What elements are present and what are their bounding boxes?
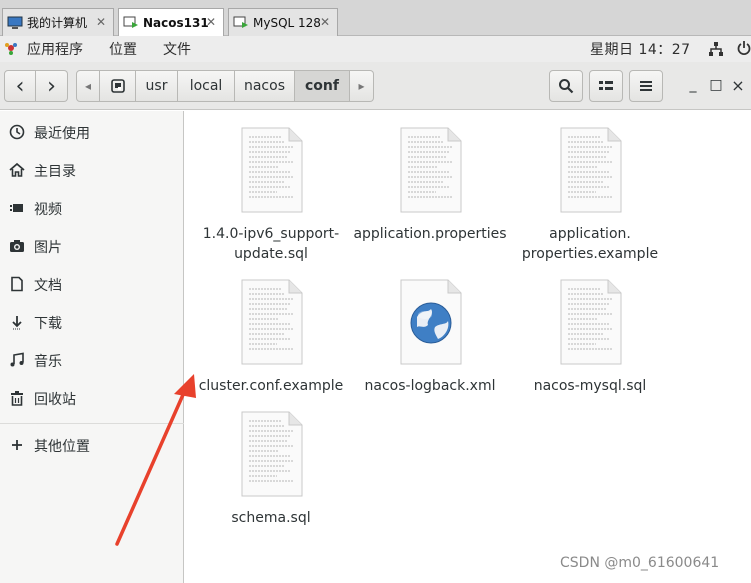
file-name: schema.sql	[231, 510, 311, 526]
close-icon[interactable]: ✕	[320, 15, 330, 29]
sidebar-item-label: 音乐	[34, 354, 62, 370]
sidebar-item-recent[interactable]: 最近使用	[0, 115, 184, 149]
maximize-button[interactable]: □	[705, 74, 727, 96]
sidebar-item-label: 文档	[34, 278, 62, 294]
breadcrumb-root[interactable]	[100, 70, 136, 102]
close-icon[interactable]: ✕	[206, 15, 216, 29]
sidebar-item-label: 图片	[34, 240, 62, 256]
breadcrumb-nacos[interactable]: nacos	[235, 70, 295, 102]
clock-icon	[9, 124, 25, 140]
files-menu[interactable]: 文件	[163, 39, 191, 59]
file-name: 1.4.0-ipv6_support-update.sql	[202, 226, 340, 262]
sidebar-item-label: 下载	[34, 316, 62, 332]
home-icon	[9, 162, 25, 177]
vm-running-icon	[123, 16, 138, 28]
document-icon	[11, 276, 23, 292]
drive-icon	[110, 79, 125, 93]
camera-icon	[10, 240, 24, 252]
search-icon	[559, 79, 574, 94]
close-window-button[interactable]: ×	[727, 74, 749, 96]
clock[interactable]: 星期日 14：27	[590, 39, 691, 59]
video-icon	[10, 204, 23, 212]
breadcrumb-local[interactable]: local	[178, 70, 235, 102]
sidebar-item-pictures[interactable]: 图片	[0, 229, 184, 263]
text-file-icon	[241, 411, 303, 497]
sidebar-item-label: 其他位置	[34, 439, 90, 455]
list-view-icon	[599, 81, 613, 90]
back-button[interactable]: ‹	[4, 70, 36, 102]
vm-tab-label: 我的计算机	[27, 16, 88, 30]
vm-tab-mysql128[interactable]: MySQL 128 ✕	[228, 8, 338, 36]
xml-globe-file-icon	[400, 279, 462, 365]
hamburger-menu-icon	[640, 81, 652, 91]
gnome-top-bar: 应用程序 位置 文件 星期日 14：27	[0, 36, 751, 62]
forward-icon: ›	[47, 73, 56, 99]
plus-icon	[12, 440, 22, 450]
vm-tab-nacos131[interactable]: Nacos131 ✕	[118, 8, 224, 37]
power-icon[interactable]	[737, 40, 751, 56]
vm-running-icon	[233, 16, 248, 28]
breadcrumb-usr[interactable]: usr	[136, 70, 178, 102]
breadcrumb-scroll-left[interactable]: ◂	[76, 70, 100, 102]
sidebar-item-home[interactable]: 主目录	[0, 153, 184, 187]
computer-icon	[7, 16, 23, 29]
file-manager-headerbar: ‹ › ◂ usr local nacos conf ▸ _ □ ×	[0, 62, 751, 110]
menu-button[interactable]	[629, 70, 663, 102]
search-button[interactable]	[549, 70, 583, 102]
applications-menu[interactable]: 应用程序	[27, 39, 83, 59]
trash-icon	[11, 391, 23, 406]
network-icon[interactable]	[708, 41, 724, 57]
sidebar-item-label: 回收站	[34, 392, 76, 408]
text-file-icon	[560, 127, 622, 213]
vm-tab-my-computer[interactable]: 我的计算机 ✕	[2, 8, 114, 36]
vm-tab-label: MySQL 128	[253, 15, 321, 30]
breadcrumb-scroll-right[interactable]: ▸	[350, 70, 374, 102]
sidebar-item-downloads[interactable]: 下载	[0, 305, 184, 339]
sidebar-item-label: 主目录	[34, 164, 76, 180]
download-icon	[12, 316, 22, 330]
text-file-icon	[241, 127, 303, 213]
annotation-arrow	[115, 374, 196, 546]
text-file-icon	[400, 127, 462, 213]
minimize-button[interactable]: _	[682, 74, 704, 96]
chevron-left-icon: ◂	[84, 79, 92, 93]
file-icon-view: 1.4.0-ipv6_support-update.sql applicatio…	[185, 111, 751, 583]
sidebar-item-label: 视频	[34, 202, 62, 218]
places-menu[interactable]: 位置	[109, 39, 137, 59]
sidebar-item-label: 最近使用	[34, 126, 90, 142]
close-icon[interactable]: ✕	[96, 15, 106, 29]
watermark: CSDN @m0_61600641	[560, 555, 720, 571]
applications-icon	[5, 43, 17, 55]
breadcrumb-conf[interactable]: conf	[295, 70, 350, 102]
vm-tab-label: Nacos131	[143, 16, 209, 30]
music-icon	[10, 352, 24, 367]
file-name: nacos-mysql.sql	[533, 378, 647, 394]
chevron-right-icon: ▸	[358, 79, 365, 93]
vm-tab-strip: 我的计算机 ✕ Nacos131 ✕ MySQL 128 ✕	[0, 0, 751, 37]
file-name: cluster.conf.example	[198, 378, 344, 394]
view-mode-button[interactable]	[589, 70, 623, 102]
forward-button[interactable]: ›	[36, 70, 68, 102]
file-name: application. properties.example	[521, 226, 659, 262]
sidebar-item-videos[interactable]: 视频	[0, 191, 184, 225]
file-name: application.properties	[353, 226, 507, 242]
file-name: nacos-logback.xml	[364, 378, 496, 394]
text-file-icon	[560, 279, 622, 365]
text-file-icon	[241, 279, 303, 365]
sidebar-item-documents[interactable]: 文档	[0, 267, 184, 301]
back-icon: ‹	[15, 73, 25, 99]
